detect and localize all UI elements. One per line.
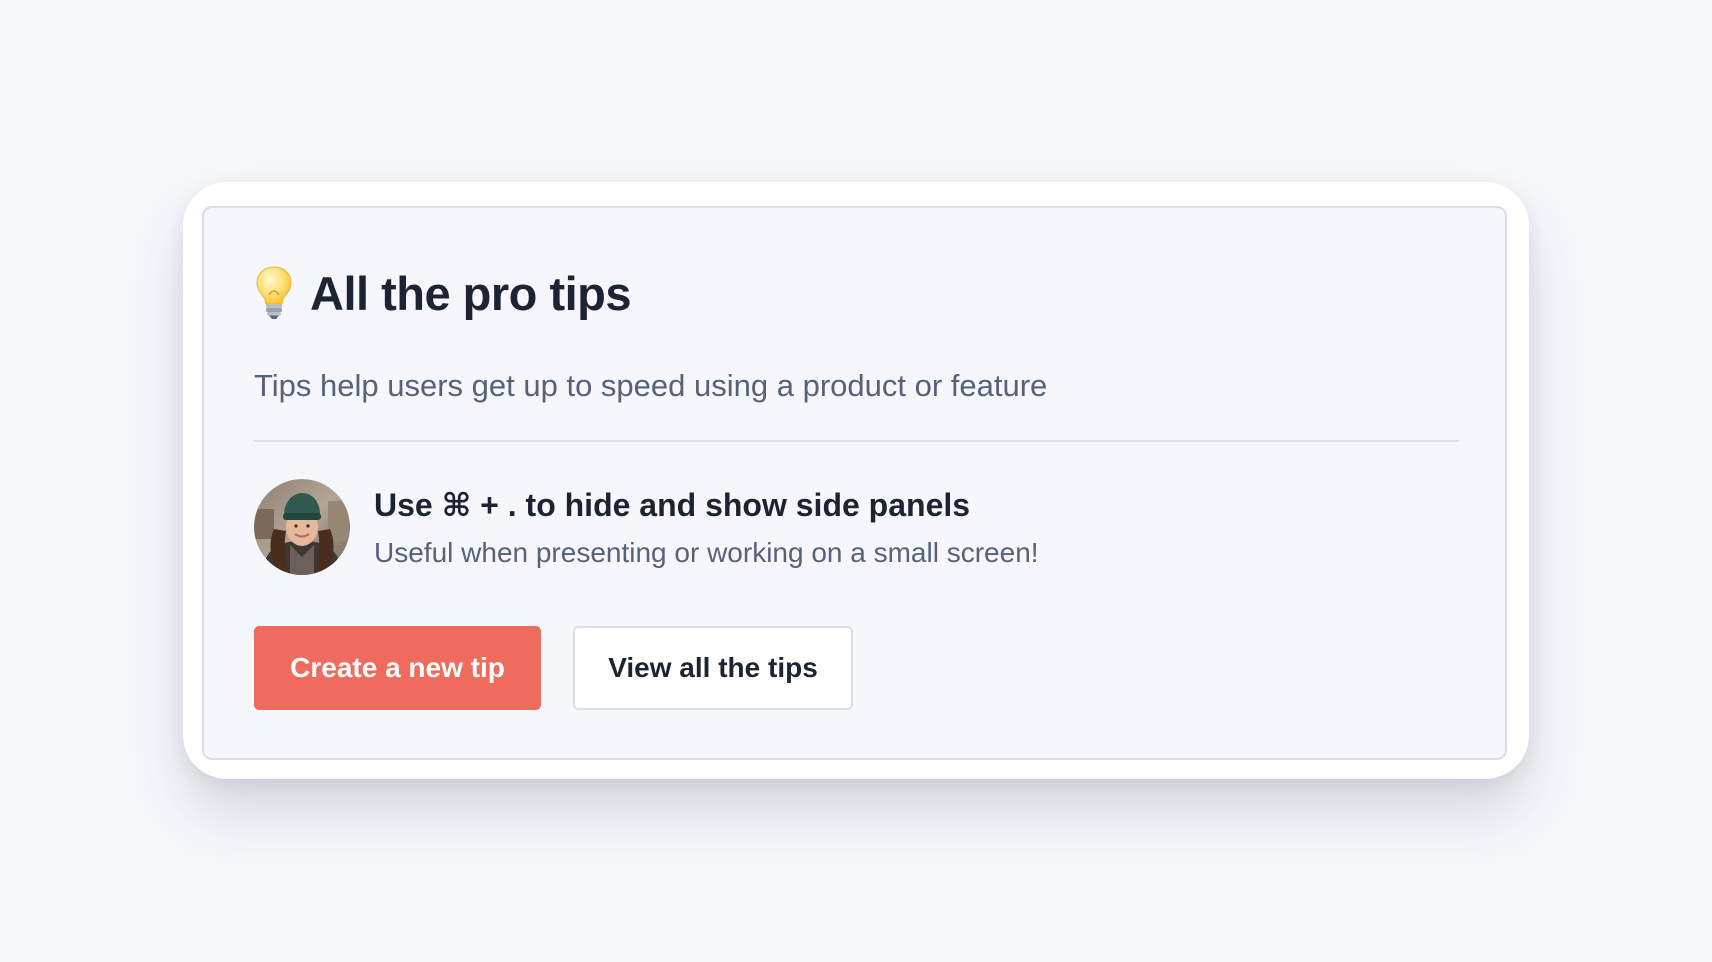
tip-item: Use ⌘ + . to hide and show side panels U… — [254, 479, 1039, 575]
tip-title: Use ⌘ + . to hide and show side panels — [374, 486, 971, 523]
divider — [254, 440, 1459, 442]
avatar-photo — [254, 479, 350, 575]
card-subtitle: Tips help users get up to speed using a … — [254, 368, 1048, 403]
avatar — [254, 479, 350, 575]
lightbulb-icon — [256, 266, 292, 319]
tip-description: Useful when presenting or working on a s… — [374, 536, 1039, 568]
card-header: All the pro tips — [254, 263, 632, 323]
tips-panel: All the pro tips Tips help users get up … — [202, 206, 1507, 760]
card-actions: Create a new tip View all the tips — [254, 626, 853, 710]
create-new-tip-button[interactable]: Create a new tip — [254, 626, 541, 710]
tip-content: Use ⌘ + . to hide and show side panels U… — [374, 486, 1039, 569]
card-title: All the pro tips — [310, 266, 632, 320]
tips-card: All the pro tips Tips help users get up … — [183, 182, 1529, 779]
view-all-tips-button[interactable]: View all the tips — [573, 626, 853, 710]
canvas: All the pro tips Tips help users get up … — [0, 0, 1712, 962]
